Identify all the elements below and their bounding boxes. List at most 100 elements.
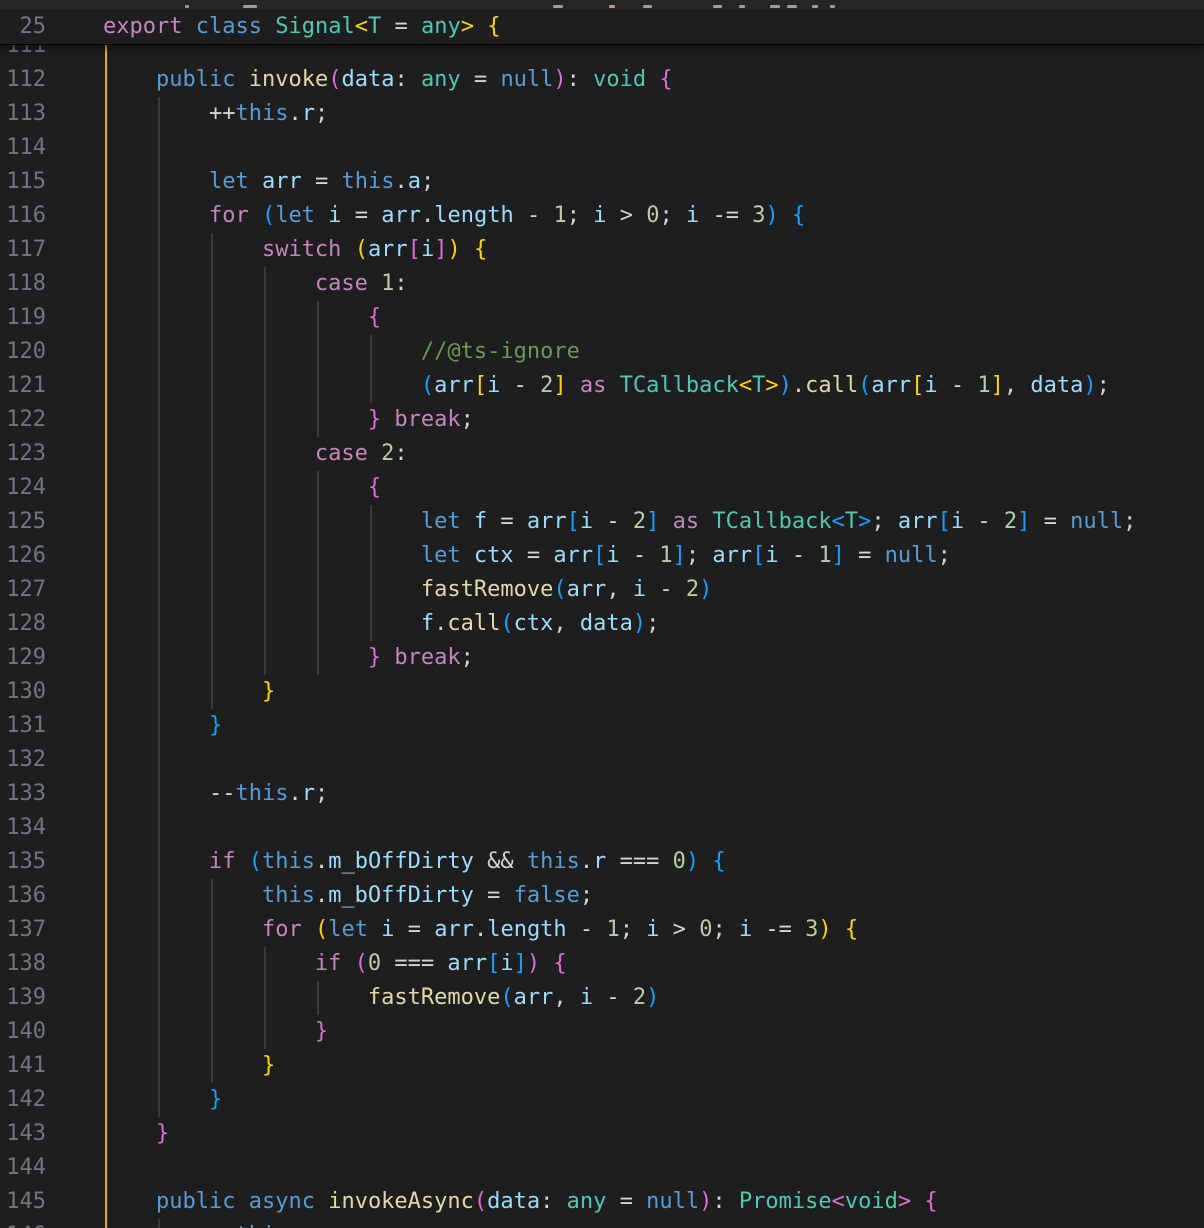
code-line-137[interactable]: 137 for (let i = arr.length - 1; i > 0; … <box>0 913 1204 947</box>
code-token: length <box>487 917 567 942</box>
code-line-118[interactable]: 118 case 1: <box>0 267 1204 301</box>
code-line-text: } break; <box>103 641 474 675</box>
line-number[interactable]: 132 <box>0 743 46 777</box>
code-line-text: if (0 === arr[i]) { <box>103 947 567 981</box>
code-line-text: } <box>103 675 275 709</box>
code-token: ; <box>460 407 474 432</box>
code-token: } <box>261 1053 276 1078</box>
code-line-112[interactable]: 112 public invoke(data: any = null): voi… <box>0 63 1204 97</box>
code-line-124[interactable]: 124 { <box>0 471 1204 505</box>
code-token: = <box>606 1189 647 1214</box>
line-number[interactable]: 113 <box>0 97 46 131</box>
code-token: 2 <box>632 985 647 1010</box>
code-line-127[interactable]: 127 fastRemove(arr, i - 2) <box>0 573 1204 607</box>
line-number[interactable]: 112 <box>0 63 46 97</box>
code-line-139[interactable]: 139 fastRemove(arr, i - 2) <box>0 981 1204 1015</box>
line-number[interactable]: 123 <box>0 437 46 471</box>
line-number[interactable]: 136 <box>0 879 46 913</box>
code-line-120[interactable]: 120 //@ts-ignore <box>0 335 1204 369</box>
code-token: arr <box>553 543 594 568</box>
code-line-116[interactable]: 116 for (let i = arr.length - 1; i > 0; … <box>0 199 1204 233</box>
line-number[interactable]: 133 <box>0 777 46 811</box>
code-line-144[interactable]: 144 <box>0 1151 1204 1185</box>
code-line-146[interactable]: 146 ++this.r; <box>0 1219 1204 1228</box>
line-number[interactable]: 141 <box>0 1049 46 1083</box>
code-line-128[interactable]: 128 f.call(ctx, data); <box>0 607 1204 641</box>
line-number[interactable]: 144 <box>0 1151 46 1185</box>
code-line-121[interactable]: 121 (arr[i - 2] as TCallback<T>).call(ar… <box>0 369 1204 403</box>
code-line-131[interactable]: 131 } <box>0 709 1204 743</box>
line-number[interactable]: 131 <box>0 709 46 743</box>
code-token: i <box>646 917 660 942</box>
line-number[interactable]: 127 <box>0 573 46 607</box>
code-token: = <box>844 543 885 568</box>
sticky-scroll-line[interactable]: 25 export class Signal<T = any> { <box>0 9 1204 44</box>
code-token: . <box>288 1223 301 1228</box>
code-line-132[interactable]: 132 <box>0 743 1204 777</box>
code-token: -= <box>699 203 753 228</box>
line-number[interactable]: 134 <box>0 811 46 845</box>
line-number[interactable]: 115 <box>0 165 46 199</box>
code-line-125[interactable]: 125 let f = arr[i - 2] as TCallback<T>; … <box>0 505 1204 539</box>
line-number[interactable]: 124 <box>0 471 46 505</box>
line-number[interactable]: 122 <box>0 403 46 437</box>
code-line-136[interactable]: 136 this.m_bOffDirty = false; <box>0 879 1204 913</box>
code-line-115[interactable]: 115 let arr = this.a; <box>0 165 1204 199</box>
code-line-142[interactable]: 142 } <box>0 1083 1204 1117</box>
code-token: , <box>553 985 580 1010</box>
code-line-123[interactable]: 123 case 2: <box>0 437 1204 471</box>
line-number[interactable]: 140 <box>0 1015 46 1049</box>
code-line-141[interactable]: 141 } <box>0 1049 1204 1083</box>
line-number[interactable]: 125 <box>0 505 46 539</box>
code-line-133[interactable]: 133 --this.r; <box>0 777 1204 811</box>
line-number[interactable]: 145 <box>0 1185 46 1219</box>
code-line-140[interactable]: 140 } <box>0 1015 1204 1049</box>
code-token: ; <box>314 101 329 126</box>
code-line-122[interactable]: 122 } break; <box>0 403 1204 437</box>
code-line-113[interactable]: 113 ++this.r; <box>0 97 1204 131</box>
code-line-129[interactable]: 129 } break; <box>0 641 1204 675</box>
line-number[interactable]: 116 <box>0 199 46 233</box>
line-number[interactable]: 114 <box>0 131 46 165</box>
line-number[interactable]: 142 <box>0 1083 46 1117</box>
line-number[interactable]: 118 <box>0 267 46 301</box>
code-token: { <box>473 237 488 262</box>
code-line-138[interactable]: 138 if (0 === arr[i]) { <box>0 947 1204 981</box>
code-token: ++ <box>103 101 236 126</box>
line-number[interactable]: 128 <box>0 607 46 641</box>
line-number[interactable]: 143 <box>0 1117 46 1151</box>
code-token: 1 <box>977 373 991 398</box>
code-token: ) <box>685 849 700 874</box>
code-line-134[interactable]: 134 <box>0 811 1204 845</box>
line-number[interactable]: 146 <box>0 1219 46 1228</box>
code-token: invokeAsync <box>328 1189 474 1214</box>
code-token: { <box>367 475 382 500</box>
code-line-126[interactable]: 126 let ctx = arr[i - 1]; arr[i - 1] = n… <box>0 539 1204 573</box>
code-line-145[interactable]: 145 public async invokeAsync(data: any =… <box>0 1185 1204 1219</box>
code-line-119[interactable]: 119 { <box>0 301 1204 335</box>
code-token: let <box>420 543 461 568</box>
line-number[interactable]: 135 <box>0 845 46 879</box>
line-number[interactable]: 137 <box>0 913 46 947</box>
sticky-line-number[interactable]: 25 <box>0 9 47 44</box>
code-token: ) <box>765 203 779 228</box>
code-line-117[interactable]: 117 switch (arr[i]) { <box>0 233 1204 267</box>
code-line-130[interactable]: 130 } <box>0 675 1204 709</box>
line-number[interactable]: 138 <box>0 947 46 981</box>
code-line-143[interactable]: 143 } <box>0 1117 1204 1151</box>
code-line-114[interactable]: 114 <box>0 131 1204 165</box>
line-number[interactable]: 130 <box>0 675 46 709</box>
line-number[interactable]: 119 <box>0 301 46 335</box>
line-number[interactable]: 121 <box>0 369 46 403</box>
code-token: } <box>367 407 382 432</box>
line-number[interactable]: 126 <box>0 539 46 573</box>
code-line-135[interactable]: 135 if (this.m_bOffDirty && this.r === 0… <box>0 845 1204 879</box>
line-number[interactable]: 120 <box>0 335 46 369</box>
line-number[interactable]: 129 <box>0 641 46 675</box>
line-number[interactable]: 139 <box>0 981 46 1015</box>
line-number[interactable]: 117 <box>0 233 46 267</box>
